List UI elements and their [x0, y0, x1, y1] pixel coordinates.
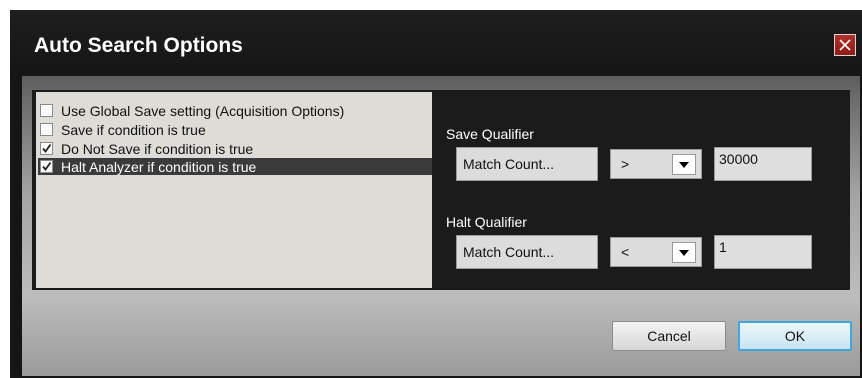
checkmark-icon — [42, 143, 52, 153]
ok-button[interactable]: OK — [738, 321, 852, 351]
option-use-global-save[interactable]: Use Global Save setting (Acquisition Opt… — [38, 102, 344, 119]
dialog-content: Use Global Save setting (Acquisition Opt… — [22, 76, 860, 376]
auto-search-options-dialog: Auto Search Options Use Global Save sett… — [10, 10, 862, 378]
chevron-down-icon — [679, 249, 689, 256]
option-do-not-save-if-true[interactable]: Do Not Save if condition is true — [38, 140, 253, 157]
save-qualifier-operator-select[interactable]: > — [610, 149, 702, 179]
halt-qualifier-label: Halt Qualifier — [446, 214, 527, 230]
dropdown-arrow-button[interactable] — [672, 242, 696, 263]
halt-qualifier-operator-select[interactable]: < — [610, 237, 702, 267]
checkbox[interactable] — [40, 104, 53, 117]
option-label: Save if condition is true — [61, 121, 206, 138]
dialog-title: Auto Search Options — [34, 34, 243, 57]
halt-qualifier-field-select[interactable]: Match Count... — [456, 235, 598, 269]
operator-value: > — [621, 156, 630, 172]
dropdown-arrow-button[interactable] — [672, 154, 696, 175]
checkbox-checked[interactable] — [40, 142, 53, 155]
checkmark-icon — [42, 161, 52, 171]
halt-qualifier-value-input[interactable]: 1 — [714, 235, 812, 269]
operator-value: < — [621, 244, 630, 260]
chevron-down-icon — [679, 161, 689, 168]
save-qualifier-value-input[interactable]: 30000 — [714, 147, 812, 181]
checkbox[interactable] — [40, 123, 53, 136]
option-label: Halt Analyzer if condition is true — [61, 158, 257, 175]
option-label: Use Global Save setting (Acquisition Opt… — [61, 102, 345, 119]
cancel-button[interactable]: Cancel — [612, 321, 726, 351]
option-save-if-true[interactable]: Save if condition is true — [38, 121, 206, 138]
close-button[interactable] — [834, 34, 856, 56]
option-halt-analyzer-if-true[interactable]: Halt Analyzer if condition is true — [38, 158, 432, 175]
close-x-icon — [839, 39, 851, 51]
checkbox-checked[interactable] — [40, 160, 53, 173]
save-qualifier-label: Save Qualifier — [446, 126, 534, 142]
option-label: Do Not Save if condition is true — [61, 140, 254, 157]
option-list: Use Global Save setting (Acquisition Opt… — [36, 92, 432, 288]
save-qualifier-field-select[interactable]: Match Count... — [456, 147, 598, 181]
